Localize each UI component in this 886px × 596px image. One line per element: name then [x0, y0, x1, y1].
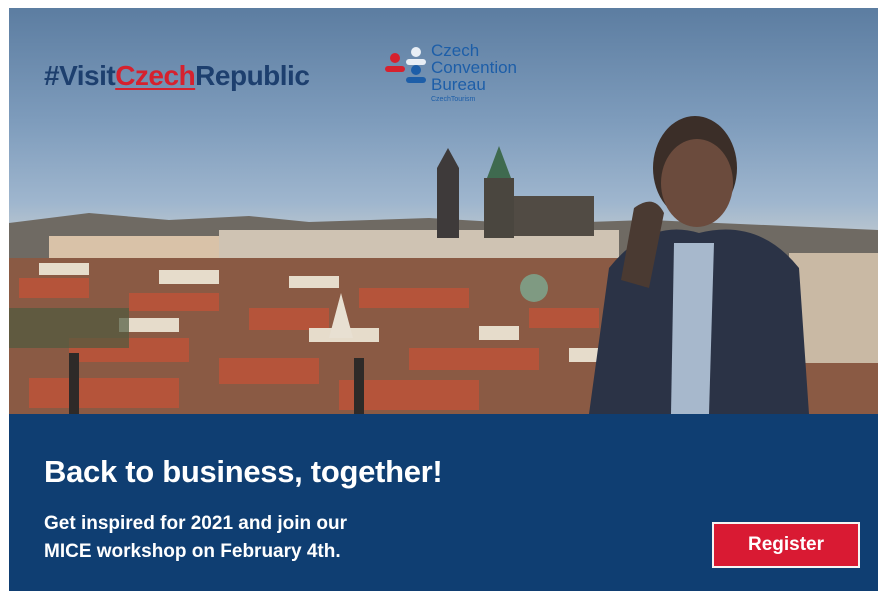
logo-line-2: Convention [431, 58, 518, 77]
description-line-1: Get inspired for 2021 and join our [44, 513, 347, 534]
banner-ad[interactable]: #VisitCzechRepublic Czech Convention Bur… [9, 8, 878, 591]
logo-wordmark: Czech Convention Bureau [431, 42, 517, 93]
logo-line-1: Czech [431, 41, 480, 60]
prague-skyline-photo: #VisitCzechRepublic Czech Convention Bur… [9, 8, 878, 414]
description: Get inspired for 2021 and join our MICE … [44, 510, 464, 566]
headline: Back to business, together! [44, 454, 443, 489]
logo-subtext: CzechTourism [431, 96, 476, 103]
logo-line-3: Bureau [431, 75, 486, 94]
promo-panel: Back to business, together! Get inspired… [9, 414, 878, 591]
register-button[interactable]: Register [712, 522, 860, 568]
czech-convention-bureau-logo: Czech Convention Bureau CzechTourism [381, 42, 551, 114]
people-logo-icon [385, 47, 426, 83]
hashtag-prefix: #Visit [44, 60, 116, 91]
visit-czech-republic-hashtag: #VisitCzechRepublic [44, 60, 310, 92]
hashtag-suffix: Republic [195, 60, 310, 91]
hashtag-accent: Czech [115, 60, 196, 91]
description-line-2: MICE workshop on February 4th. [44, 541, 341, 562]
